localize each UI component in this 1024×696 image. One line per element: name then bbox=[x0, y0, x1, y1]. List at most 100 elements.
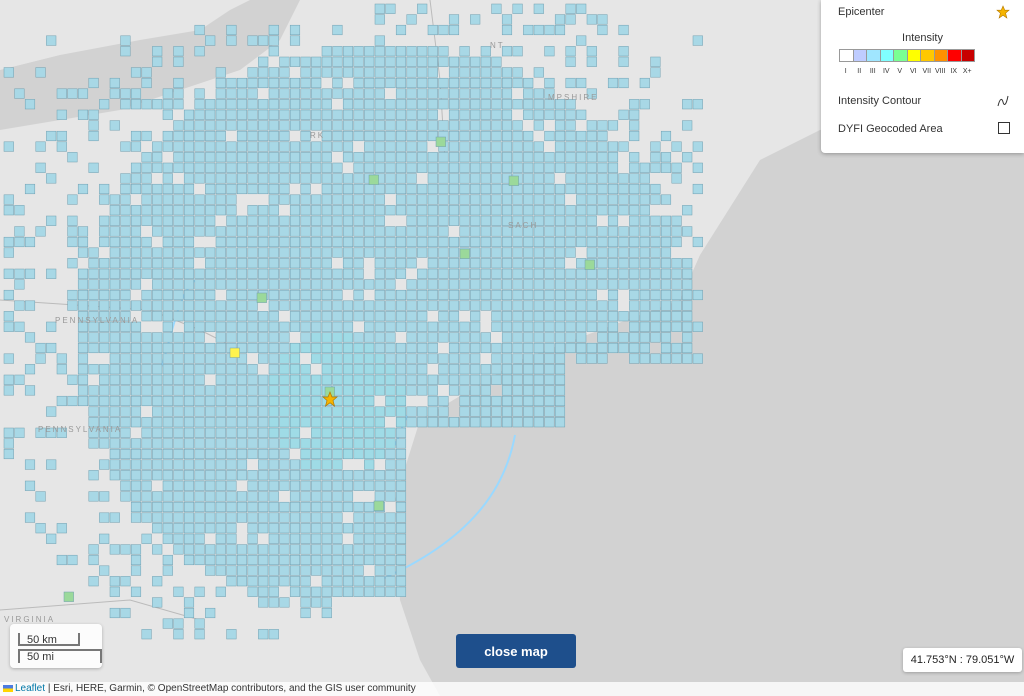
dyfi-cell[interactable] bbox=[342, 448, 354, 460]
dyfi-cell[interactable] bbox=[512, 321, 523, 332]
dyfi-cell[interactable] bbox=[14, 226, 25, 237]
dyfi-cell[interactable] bbox=[385, 523, 396, 534]
dyfi-cell[interactable] bbox=[279, 480, 290, 491]
dyfi-cell[interactable] bbox=[162, 554, 173, 566]
dyfi-cell[interactable] bbox=[470, 353, 481, 364]
dyfi-cell[interactable] bbox=[173, 427, 184, 438]
dyfi-cell[interactable] bbox=[650, 353, 661, 364]
dyfi-cell[interactable] bbox=[533, 120, 544, 131]
dyfi-cell[interactable] bbox=[321, 544, 332, 555]
dyfi-cell[interactable] bbox=[173, 120, 184, 131]
dyfi-cell[interactable] bbox=[289, 544, 301, 555]
dyfi-cell[interactable] bbox=[395, 438, 407, 449]
dyfi-cell[interactable] bbox=[660, 258, 672, 269]
dyfi-cell[interactable] bbox=[660, 226, 672, 237]
dyfi-cell[interactable] bbox=[395, 321, 407, 332]
dyfi-cell[interactable] bbox=[406, 289, 417, 301]
dyfi-cell[interactable] bbox=[130, 268, 142, 279]
dyfi-cell[interactable] bbox=[368, 174, 379, 185]
dyfi-cell[interactable] bbox=[236, 512, 248, 523]
dyfi-cell[interactable] bbox=[88, 554, 99, 566]
dyfi-cell[interactable] bbox=[120, 141, 131, 152]
dyfi-cell[interactable] bbox=[226, 268, 237, 279]
dyfi-cell[interactable] bbox=[268, 215, 279, 226]
dyfi-cell[interactable] bbox=[395, 554, 407, 566]
dyfi-cell[interactable] bbox=[364, 162, 375, 173]
dyfi-cell[interactable] bbox=[470, 342, 481, 354]
dyfi-cell[interactable] bbox=[120, 236, 131, 248]
dyfi-cell[interactable] bbox=[565, 289, 576, 301]
dyfi-cell[interactable] bbox=[141, 300, 152, 311]
dyfi-cell[interactable] bbox=[395, 565, 407, 576]
dyfi-cell[interactable] bbox=[205, 194, 216, 205]
dyfi-cell[interactable] bbox=[258, 56, 269, 67]
dyfi-cell[interactable] bbox=[226, 629, 237, 640]
dyfi-cell[interactable] bbox=[279, 56, 290, 67]
dyfi-cell[interactable] bbox=[236, 99, 248, 110]
dyfi-cell[interactable] bbox=[109, 544, 120, 555]
dyfi-cell[interactable] bbox=[342, 385, 354, 396]
dyfi-cell[interactable] bbox=[417, 364, 428, 375]
dyfi-cell[interactable] bbox=[459, 289, 470, 301]
dyfi-cell[interactable] bbox=[311, 395, 322, 407]
dyfi-cell[interactable] bbox=[120, 300, 131, 311]
dyfi-cell[interactable] bbox=[332, 544, 343, 555]
dyfi-cell[interactable] bbox=[289, 321, 301, 332]
dyfi-cell[interactable] bbox=[448, 120, 460, 131]
dyfi-cell[interactable] bbox=[289, 480, 301, 491]
dyfi-cell[interactable] bbox=[480, 162, 491, 173]
dyfi-cell[interactable] bbox=[459, 268, 470, 279]
dyfi-cell[interactable] bbox=[258, 109, 269, 120]
dyfi-cell[interactable] bbox=[671, 141, 682, 152]
dyfi-cell[interactable] bbox=[395, 109, 407, 120]
dyfi-cell[interactable] bbox=[152, 56, 163, 67]
dyfi-cell[interactable] bbox=[120, 258, 131, 269]
dyfi-cell[interactable] bbox=[576, 162, 587, 173]
dyfi-cell[interactable] bbox=[236, 470, 248, 481]
dyfi-cell[interactable] bbox=[533, 247, 544, 258]
dyfi-cell[interactable] bbox=[523, 406, 534, 417]
dyfi-cell[interactable] bbox=[533, 321, 544, 332]
dyfi-cell[interactable] bbox=[173, 544, 184, 555]
dyfi-cell[interactable] bbox=[130, 258, 142, 269]
dyfi-cell[interactable] bbox=[152, 289, 163, 301]
dyfi-cell[interactable] bbox=[268, 109, 279, 120]
dyfi-cell[interactable] bbox=[427, 332, 438, 343]
dyfi-cell[interactable] bbox=[364, 311, 375, 322]
dyfi-cell[interactable] bbox=[173, 395, 184, 407]
dyfi-cell[interactable] bbox=[586, 353, 597, 364]
dyfi-cell[interactable] bbox=[77, 300, 89, 311]
dyfi-cell[interactable] bbox=[448, 162, 460, 173]
dyfi-cell[interactable] bbox=[342, 406, 354, 417]
dyfi-cell[interactable] bbox=[554, 236, 566, 248]
dyfi-cell[interactable] bbox=[533, 152, 544, 163]
dyfi-cell[interactable] bbox=[247, 67, 258, 78]
dyfi-cell[interactable] bbox=[406, 173, 417, 184]
dyfi-cell[interactable] bbox=[533, 205, 544, 216]
dyfi-cell[interactable] bbox=[279, 512, 290, 523]
dyfi-cell[interactable] bbox=[342, 141, 354, 152]
dyfi-cell[interactable] bbox=[395, 289, 407, 301]
dyfi-cell[interactable] bbox=[173, 289, 184, 301]
dyfi-cell[interactable] bbox=[660, 332, 672, 343]
dyfi-cell[interactable] bbox=[523, 141, 534, 152]
dyfi-cell[interactable] bbox=[448, 56, 460, 67]
dyfi-cell[interactable] bbox=[226, 321, 237, 332]
dyfi-cell[interactable] bbox=[448, 289, 460, 301]
dyfi-cell[interactable] bbox=[162, 332, 173, 343]
dyfi-cell[interactable] bbox=[109, 586, 120, 597]
dyfi-cell[interactable] bbox=[597, 194, 608, 205]
dyfi-cell[interactable] bbox=[427, 24, 438, 36]
dyfi-cell[interactable] bbox=[427, 258, 438, 269]
dyfi-cell[interactable] bbox=[342, 576, 354, 587]
dyfi-cell[interactable] bbox=[682, 205, 693, 216]
dyfi-cell[interactable] bbox=[576, 342, 587, 354]
dyfi-cell[interactable] bbox=[130, 141, 142, 152]
dyfi-cell[interactable] bbox=[183, 279, 195, 290]
dyfi-cell[interactable] bbox=[523, 152, 534, 163]
dyfi-cell[interactable] bbox=[152, 523, 163, 534]
dyfi-cell[interactable] bbox=[459, 353, 470, 364]
dyfi-cell[interactable] bbox=[586, 141, 597, 152]
dyfi-cell[interactable] bbox=[215, 374, 226, 385]
dyfi-cell[interactable] bbox=[438, 183, 449, 195]
